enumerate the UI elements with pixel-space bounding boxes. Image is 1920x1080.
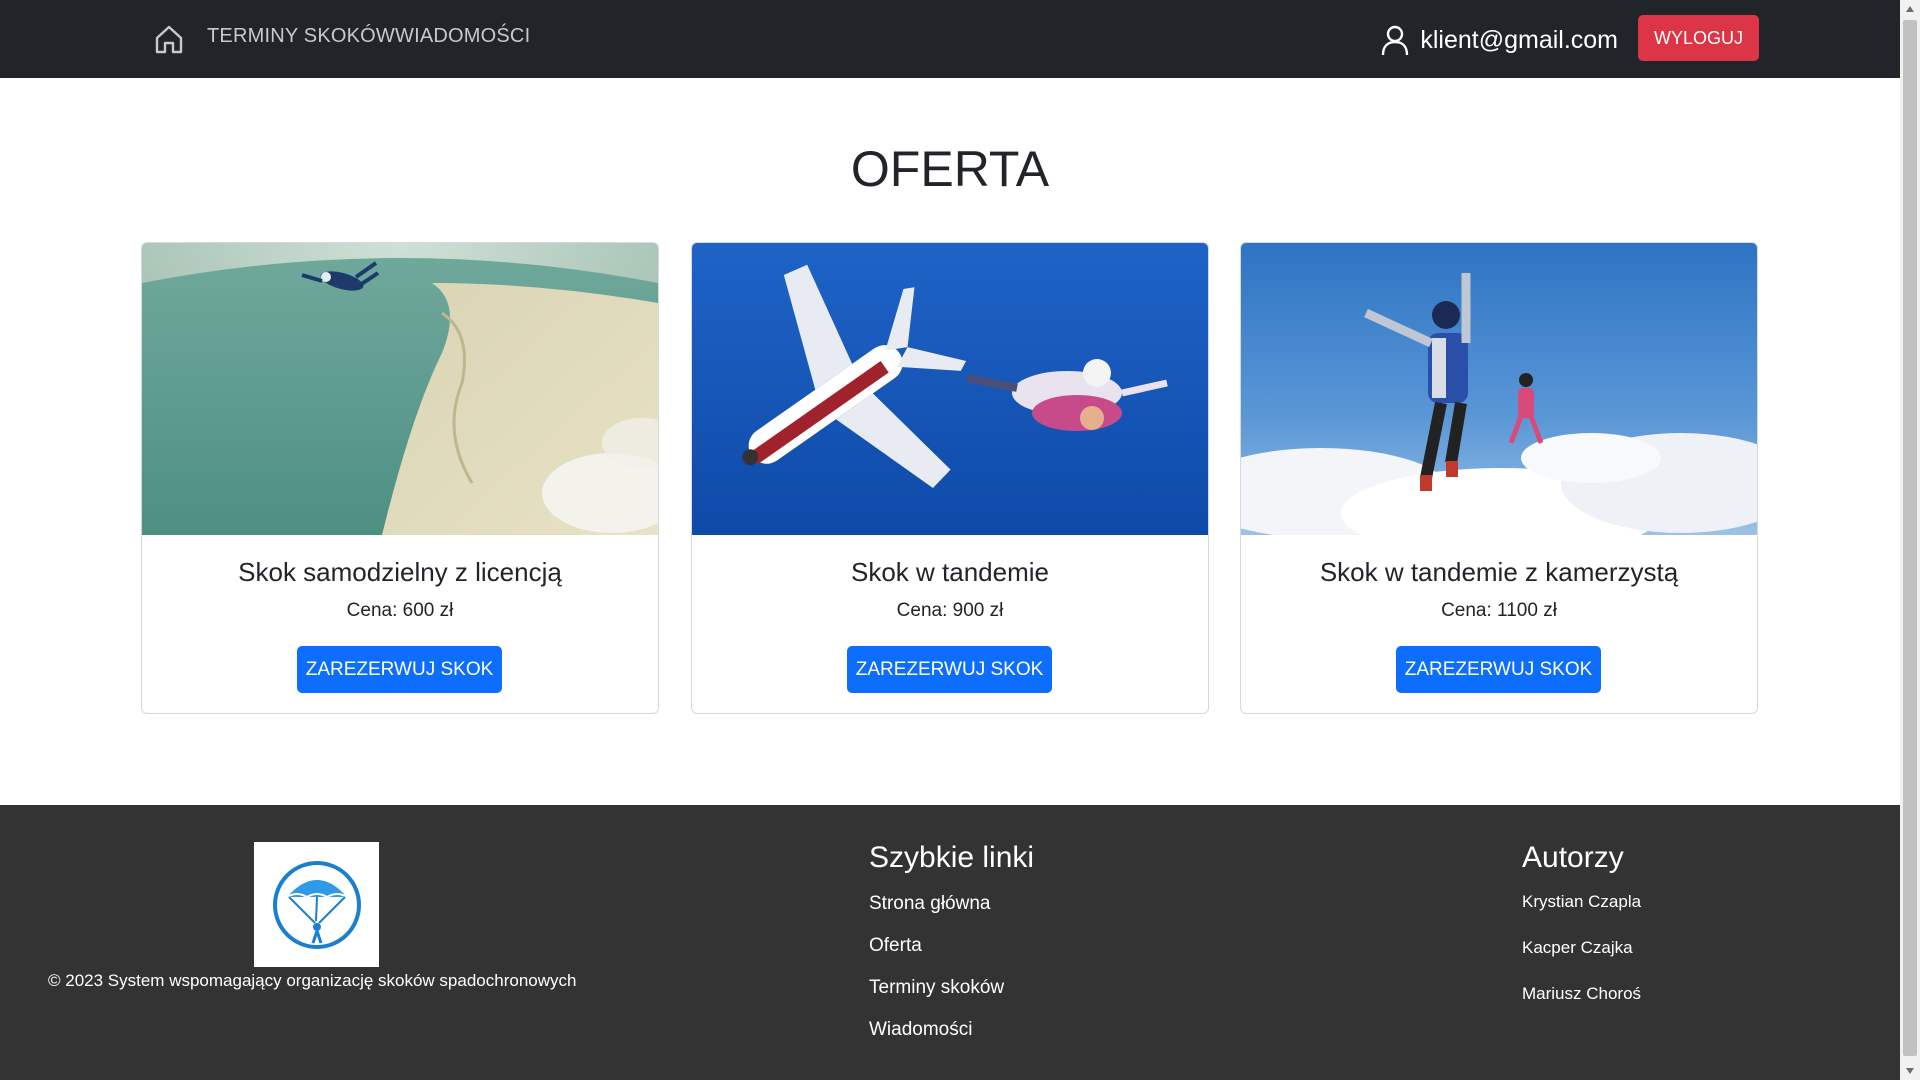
offer-price: Cena: 600 zł — [346, 600, 454, 621]
scroll-up-arrow[interactable] — [1900, 0, 1920, 18]
offer-title: Skok samodzielny z licencją — [238, 557, 562, 587]
reserve-button[interactable]: ZAREZERWUJ SKOK — [1396, 646, 1601, 693]
parachute-icon — [272, 860, 361, 949]
chevron-down-icon — [1906, 1068, 1914, 1074]
user-menu[interactable]: klient@gmail.com — [1380, 22, 1618, 58]
scrollbar-thumb[interactable] — [1903, 20, 1917, 1056]
footer-link-offer[interactable]: Oferta — [869, 935, 922, 957]
top-navbar: TERMINY SKOKÓW WIADOMOŚCI klient@gmail.c… — [0, 0, 1900, 78]
offer-price: Cena: 1100 zł — [1441, 600, 1557, 621]
offer-title: Skok w tandemie — [851, 557, 1049, 587]
author-name: Mariusz Choroś — [1522, 984, 1642, 1003]
footer-link-home[interactable]: Strona główna — [869, 893, 990, 915]
reserve-button[interactable]: ZAREZERWUJ SKOK — [297, 646, 502, 693]
scroll-down-arrow[interactable] — [1900, 1062, 1920, 1080]
offer-card-solo: Skok samodzielny z licencją Cena: 600 zł… — [141, 242, 659, 714]
home-link[interactable] — [150, 20, 188, 58]
footer: © 2023 System wspomagający organizację s… — [0, 805, 1900, 1080]
nav-link-wiadomosci[interactable]: WIADOMOŚCI — [395, 25, 530, 48]
page-title: OFERTA — [850, 141, 1050, 197]
footer-link-messages[interactable]: Wiadomości — [869, 1019, 972, 1041]
footer-logo — [254, 842, 379, 967]
user-icon — [1382, 25, 1409, 56]
footer-copyright: © 2023 System wspomagający organizację s… — [48, 971, 577, 990]
vertical-scrollbar[interactable] — [1900, 0, 1920, 1080]
home-icon — [155, 25, 183, 54]
author-name: Kacper Czajka — [1522, 938, 1633, 957]
footer-link-jump-dates[interactable]: Terminy skoków — [869, 977, 1004, 999]
authors-heading: Autorzy — [1522, 841, 1624, 874]
reserve-button[interactable]: ZAREZERWUJ SKOK — [847, 646, 1052, 693]
offer-title: Skok w tandemie z kamerzystą — [1319, 557, 1679, 587]
author-name: Krystian Czapla — [1522, 892, 1642, 911]
quick-links-heading: Szybkie linki — [869, 841, 1035, 874]
offer-image-tandem-camera — [1241, 243, 1757, 535]
offer-price: Cena: 900 zł — [896, 600, 1004, 621]
offer-card-tandem: Skok w tandemie Cena: 900 zł ZAREZERWUJ … — [691, 242, 1209, 714]
nav-link-terminy-skokow[interactable]: TERMINY SKOKÓW — [207, 25, 395, 48]
logout-button[interactable]: WYLOGUJ — [1638, 15, 1759, 61]
chevron-up-icon — [1906, 6, 1914, 12]
offer-image-tandem-plane — [692, 243, 1208, 535]
user-email: klient@gmail.com — [1420, 25, 1618, 54]
offer-card-tandem-camera: Skok w tandemie z kamerzystą Cena: 1100 … — [1240, 242, 1758, 714]
offer-image-solo-skydiver — [142, 243, 658, 535]
